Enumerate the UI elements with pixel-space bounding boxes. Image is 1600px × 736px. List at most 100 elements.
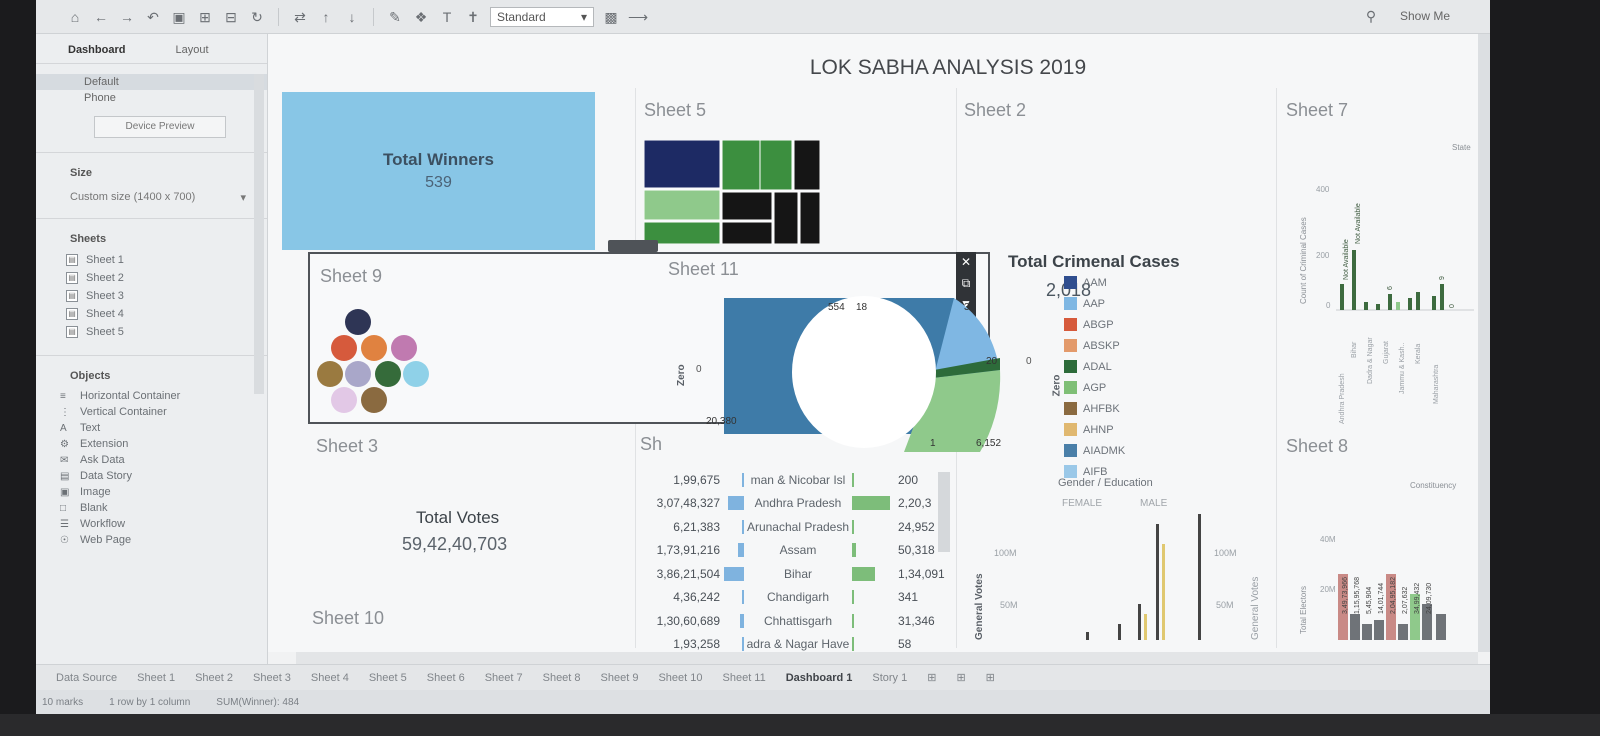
table-row[interactable]: 4,36,242 Chandigarh 341 — [638, 586, 966, 610]
legend-item[interactable]: AAP — [1064, 293, 1125, 314]
tab-story-1[interactable]: Story 1 — [862, 672, 917, 684]
bar[interactable] — [1436, 614, 1446, 640]
legend-item[interactable]: AHNP — [1064, 419, 1125, 440]
bar[interactable] — [1352, 250, 1356, 310]
tab-sheet-11[interactable]: Sheet 11 — [713, 672, 776, 684]
tab-layout[interactable]: Layout — [175, 44, 208, 63]
group-icon[interactable]: ❖ — [412, 8, 430, 26]
bar[interactable] — [1086, 632, 1089, 640]
object-list-item[interactable]: ☉ Web Page — [36, 532, 267, 548]
treemap-cell[interactable] — [799, 191, 820, 244]
bubble[interactable] — [361, 387, 387, 413]
bar[interactable] — [1138, 604, 1141, 640]
object-list-item[interactable]: ✉ Ask Data — [36, 452, 267, 468]
tab-dashboard[interactable]: Dashboard — [68, 44, 125, 63]
table-row[interactable]: 1,99,675 man & Nicobar Isl 200 — [638, 468, 966, 492]
sheet9-bubbles[interactable] — [310, 302, 440, 414]
object-list-item[interactable]: ≡ Horizontal Container — [36, 388, 267, 404]
tab-sheet-8[interactable]: Sheet 8 — [533, 672, 591, 684]
new-worksheet-icon[interactable]: ⊞ — [917, 671, 946, 684]
treemap-cell[interactable] — [644, 140, 721, 189]
bar[interactable] — [1376, 304, 1380, 310]
treemap-cell[interactable] — [721, 221, 773, 244]
table-scrollbar[interactable] — [938, 472, 950, 552]
legend-item[interactable]: ABSKP — [1064, 335, 1125, 356]
object-list-item[interactable]: ☰ Workflow — [36, 516, 267, 532]
pin-icon[interactable]: ⚲ — [1362, 7, 1380, 25]
bar[interactable] — [1198, 514, 1201, 640]
swap-icon[interactable]: ⇄ — [291, 8, 309, 26]
canvas-scrollbar-horizontal[interactable] — [296, 652, 1478, 664]
tab-sheet-1[interactable]: Sheet 1 — [127, 672, 185, 684]
tab-sheet-7[interactable]: Sheet 7 — [475, 672, 533, 684]
new-dashboard-icon[interactable]: ⊞ — [946, 671, 975, 684]
forward-icon[interactable]: → — [118, 8, 136, 26]
sheet11-donut[interactable]: Zero 554 18 3 20 20,380 1 6,152 0 — [664, 284, 1004, 456]
bar[interactable] — [1440, 284, 1444, 310]
bar[interactable] — [1408, 298, 1412, 310]
object-list-item[interactable]: ⚙ Extension — [36, 436, 267, 452]
treemap-cell[interactable] — [759, 140, 793, 191]
save-icon[interactable]: ▣ — [170, 8, 188, 26]
table-row[interactable]: 1,30,60,689 Chhattisgarh 31,346 — [638, 609, 966, 633]
tab-sheet-4[interactable]: Sheet 4 — [301, 672, 359, 684]
bubble[interactable] — [403, 361, 429, 387]
treemap-cell[interactable] — [793, 140, 820, 191]
pane-scrollbar[interactable] — [254, 74, 264, 394]
legend-item[interactable]: ABGP — [1064, 314, 1125, 335]
bar[interactable] — [1364, 302, 1368, 310]
table-row[interactable]: 6,21,383 Arunachal Pradesh 24,952 — [638, 515, 966, 539]
size-select[interactable]: Custom size (1400 x 700) ▾ — [36, 185, 246, 204]
treemap-cell[interactable] — [644, 189, 721, 221]
tab-dashboard-1[interactable]: Dashboard 1 — [776, 672, 863, 684]
close-icon[interactable]: ✕ — [956, 252, 976, 273]
undo-icon[interactable]: ↶ — [144, 8, 162, 26]
bar[interactable] — [1362, 624, 1372, 640]
container-drag-handle[interactable] — [608, 240, 658, 252]
legend-item[interactable]: AHFBK — [1064, 398, 1125, 419]
bar[interactable] — [1156, 524, 1159, 640]
device-preview-button[interactable]: Device Preview — [94, 116, 226, 138]
total-winners-tile[interactable]: Total Winners 539 — [282, 92, 595, 250]
object-list-item[interactable]: A Text — [36, 420, 267, 436]
tab-sheet-3[interactable]: Sheet 3 — [243, 672, 301, 684]
new-datasource-icon[interactable]: ⊞ — [196, 8, 214, 26]
sheet-list-item[interactable]: ▤ Sheet 2 — [36, 269, 267, 287]
sort-desc-icon[interactable]: ↓ — [343, 8, 361, 26]
new-story-icon[interactable]: ⊞ — [976, 671, 1005, 684]
bubble[interactable] — [331, 335, 357, 361]
object-list-item[interactable]: ▣ Image — [36, 484, 267, 500]
back-icon[interactable]: ← — [92, 8, 110, 26]
tab-sheet-6[interactable]: Sheet 6 — [417, 672, 475, 684]
pin-icon[interactable]: ✝ — [464, 8, 482, 26]
bar[interactable] — [1398, 624, 1408, 640]
show-me-button[interactable]: Show Me — [1400, 9, 1450, 23]
presentation-icon[interactable]: ▩ — [602, 8, 620, 26]
legend-item[interactable]: AAM — [1064, 272, 1125, 293]
treemap-cell[interactable] — [721, 191, 773, 221]
tab-sheet-10[interactable]: Sheet 10 — [648, 672, 712, 684]
device-default[interactable]: Default — [36, 74, 267, 90]
bubble[interactable] — [375, 361, 401, 387]
legend-item[interactable]: AGP — [1064, 377, 1125, 398]
sheet-list-item[interactable]: ▤ Sheet 1 — [36, 251, 267, 269]
bar[interactable] — [1374, 620, 1384, 640]
bar[interactable] — [1432, 296, 1436, 310]
legend-item[interactable]: AIADMK — [1064, 440, 1125, 461]
sheet7-chart[interactable]: State Count of Criminal Cases 400 200 0 … — [1292, 134, 1474, 434]
bar[interactable] — [1396, 302, 1400, 310]
tab-data-source[interactable]: Data Source — [46, 672, 127, 684]
sort-asc-icon[interactable]: ↑ — [317, 8, 335, 26]
tab-sheet-2[interactable]: Sheet 2 — [185, 672, 243, 684]
sheet-list-item[interactable]: ▤ Sheet 3 — [36, 287, 267, 305]
refresh-icon[interactable]: ↻ — [248, 8, 266, 26]
object-list-item[interactable]: □ Blank — [36, 500, 267, 516]
bar[interactable] — [1340, 284, 1344, 310]
sheet8-chart[interactable]: Constituency Total Electors 40M 20M 3,49… — [1292, 474, 1472, 644]
legend-item[interactable]: ADAL — [1064, 356, 1125, 377]
table-row[interactable]: 3,07,48,327 Andhra Pradesh 2,20,3 — [638, 492, 966, 516]
tab-sheet-5[interactable]: Sheet 5 — [359, 672, 417, 684]
share-icon[interactable]: ⟶ — [628, 8, 648, 26]
bar[interactable] — [1416, 292, 1420, 310]
bar[interactable] — [1118, 624, 1121, 640]
